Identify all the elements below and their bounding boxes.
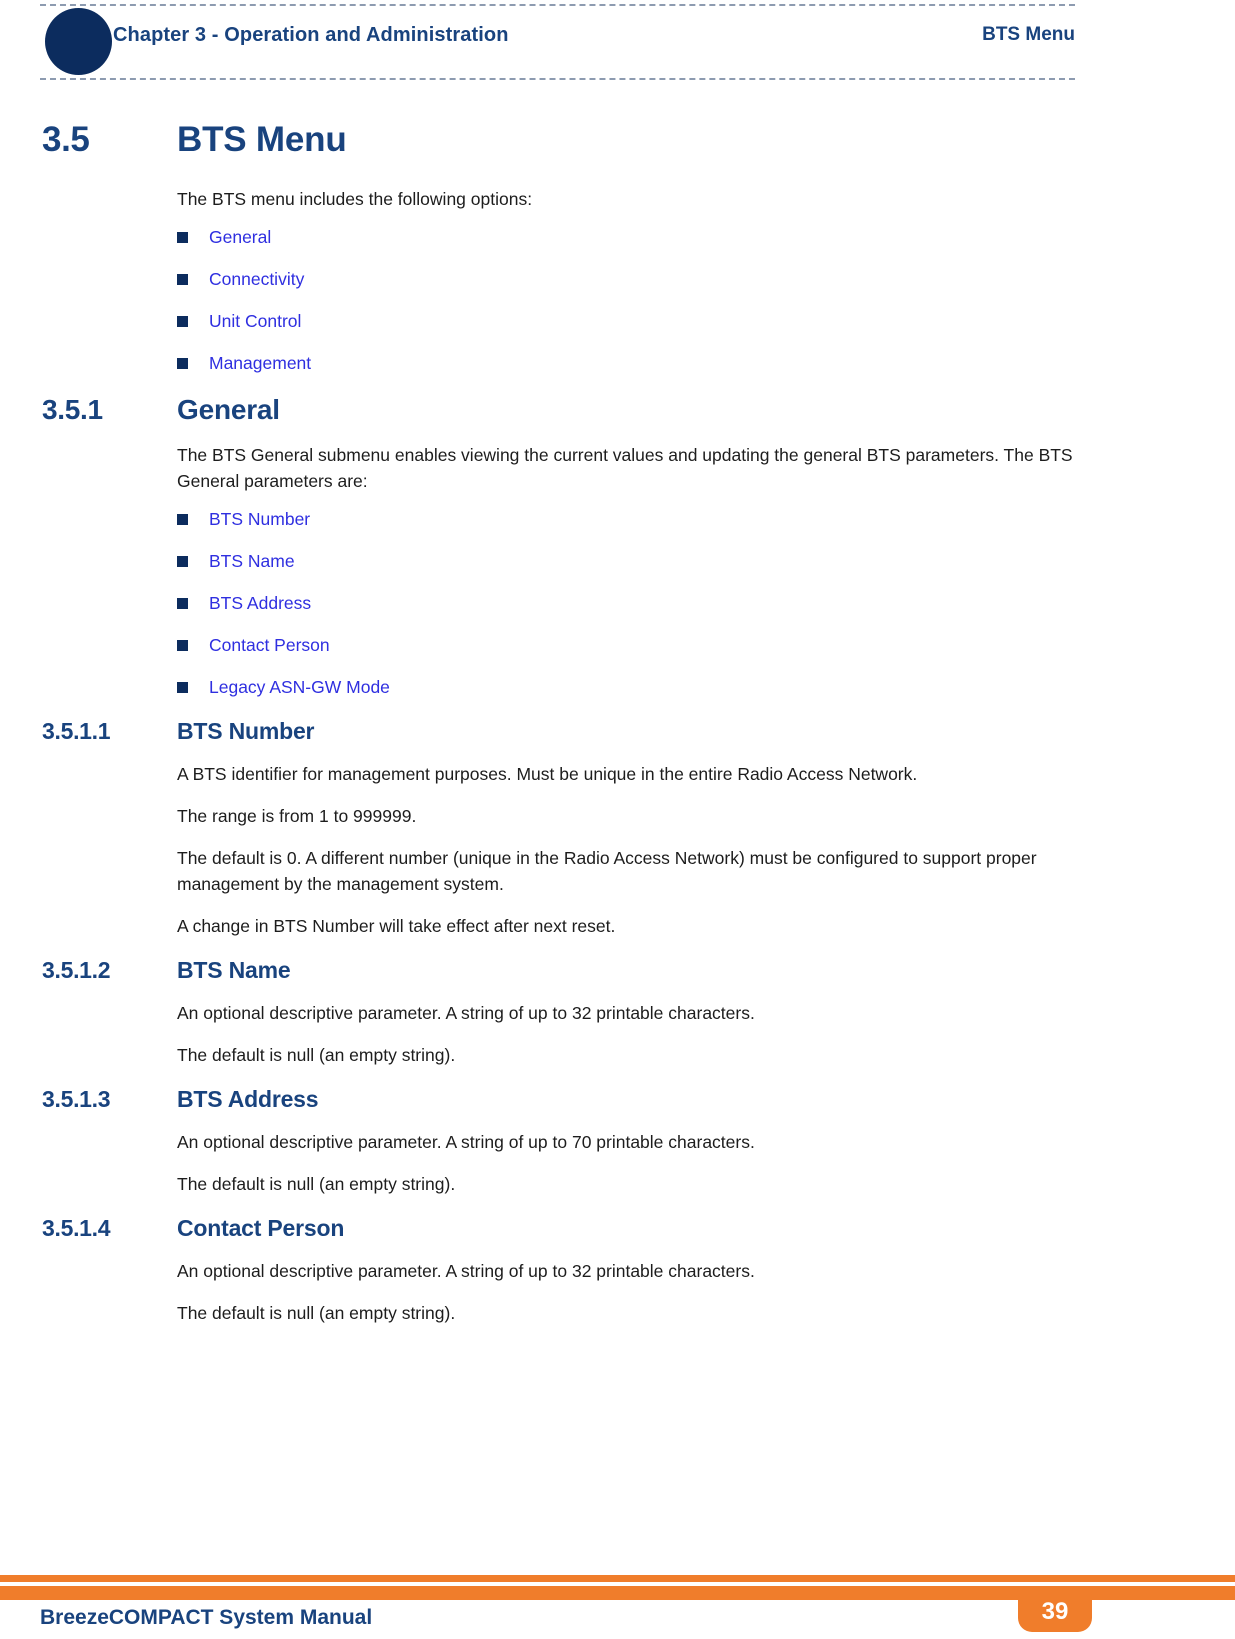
paragraph-3-5-1-2-p1: An optional descriptive parameter. A str… — [177, 1003, 755, 1023]
paragraph-3-5-1-1-p3: The default is 0. A different number (un… — [177, 848, 1037, 894]
list-item-label: BTS Number — [209, 509, 311, 529]
list-item-label: Management — [209, 353, 312, 373]
list-item-label: General — [209, 227, 272, 247]
heading-3-5-1-4: 3.5.1.4 Contact Person — [0, 1215, 1235, 1242]
list-item-label: Legacy ASN-GW Mode — [209, 677, 390, 697]
heading-3-5-1-2: 3.5.1.2 BTS Name — [0, 957, 1235, 984]
page-content: 3.5 BTS Menu The BTS menu includes the f… — [0, 120, 1235, 1326]
list-item[interactable]: BTS Number — [177, 508, 1235, 530]
square-bullet-icon — [177, 232, 188, 243]
header-section-title: BTS Menu — [982, 24, 1075, 45]
square-bullet-icon — [177, 598, 188, 609]
square-bullet-icon — [177, 358, 188, 369]
list-item[interactable]: Legacy ASN-GW Mode — [177, 676, 1235, 698]
paragraph-3-5-1-4-p1: An optional descriptive parameter. A str… — [177, 1261, 755, 1281]
heading-3-5-1-2-number: 3.5.1.2 — [42, 957, 111, 983]
list-item-label: Connectivity — [209, 269, 305, 289]
heading-3-5-1-3-title: BTS Address — [177, 1086, 319, 1112]
paragraph-3-5-1-1-p1: A BTS identifier for management purposes… — [177, 764, 918, 784]
heading-3-5-1-2-title: BTS Name — [177, 957, 291, 983]
square-bullet-icon — [177, 316, 188, 327]
list-item[interactable]: BTS Address — [177, 592, 1235, 614]
list-item-label: BTS Name — [209, 551, 295, 571]
square-bullet-icon — [177, 682, 188, 693]
list-item-label: Contact Person — [209, 635, 330, 655]
square-bullet-icon — [177, 556, 188, 567]
paragraph-3-5-1-4-p2: The default is null (an empty string). — [177, 1303, 456, 1323]
footer-rule-thin — [0, 1575, 1235, 1582]
heading-3-5: 3.5 BTS Menu — [0, 120, 1235, 160]
header-divider-top — [40, 4, 1075, 6]
page-number-badge: 39 — [1018, 1586, 1092, 1632]
header-circle-icon — [45, 8, 112, 75]
heading-3-5-number: 3.5 — [42, 120, 90, 159]
list-item[interactable]: BTS Name — [177, 550, 1235, 572]
heading-3-5-1-3-number: 3.5.1.3 — [42, 1086, 111, 1112]
paragraph-3-5-1-intro: The BTS General submenu enables viewing … — [177, 445, 1073, 491]
heading-3-5-1-4-title: Contact Person — [177, 1215, 345, 1241]
list-item[interactable]: General — [177, 226, 1235, 248]
square-bullet-icon — [177, 640, 188, 651]
paragraph-3-5-1-1-p2: The range is from 1 to 999999. — [177, 806, 417, 826]
square-bullet-icon — [177, 514, 188, 525]
square-bullet-icon — [177, 274, 188, 285]
heading-3-5-1-number: 3.5.1 — [42, 394, 103, 425]
page-header: Chapter 3 - Operation and Administration… — [0, 0, 1235, 90]
list-item-label: Unit Control — [209, 311, 302, 331]
heading-3-5-1-1-title: BTS Number — [177, 718, 315, 744]
page-number: 39 — [1041, 1598, 1069, 1625]
paragraph-3-5-1-3-p2: The default is null (an empty string). — [177, 1174, 456, 1194]
heading-3-5-1-3: 3.5.1.3 BTS Address — [0, 1086, 1235, 1113]
heading-3-5-1-title: General — [177, 394, 280, 425]
paragraph-3-5-1-1-p4: A change in BTS Number will take effect … — [177, 916, 616, 936]
list-item[interactable]: Connectivity — [177, 268, 1235, 290]
heading-3-5-1-4-number: 3.5.1.4 — [42, 1215, 111, 1241]
list-item-label: BTS Address — [209, 593, 312, 613]
footer-manual-title: BreezeCOMPACT System Manual — [40, 1606, 373, 1629]
header-chapter-title: Chapter 3 - Operation and Administration — [113, 24, 509, 46]
header-divider-bottom — [40, 78, 1075, 80]
list-item[interactable]: Contact Person — [177, 634, 1235, 656]
heading-3-5-1: 3.5.1 General — [0, 394, 1235, 426]
paragraph-3-5-1-3-p1: An optional descriptive parameter. A str… — [177, 1132, 755, 1152]
heading-3-5-1-1: 3.5.1.1 BTS Number — [0, 718, 1235, 745]
paragraph-3-5-1-2-p2: The default is null (an empty string). — [177, 1045, 456, 1065]
list-item[interactable]: Management — [177, 352, 1235, 374]
page-footer: BreezeCOMPACT System Manual 39 — [0, 1559, 1235, 1639]
list-item[interactable]: Unit Control — [177, 310, 1235, 332]
paragraph-3-5-intro: The BTS menu includes the following opti… — [177, 189, 533, 209]
heading-3-5-title: BTS Menu — [177, 120, 347, 159]
heading-3-5-1-1-number: 3.5.1.1 — [42, 718, 111, 744]
document-page: Chapter 3 - Operation and Administration… — [0, 0, 1235, 1639]
